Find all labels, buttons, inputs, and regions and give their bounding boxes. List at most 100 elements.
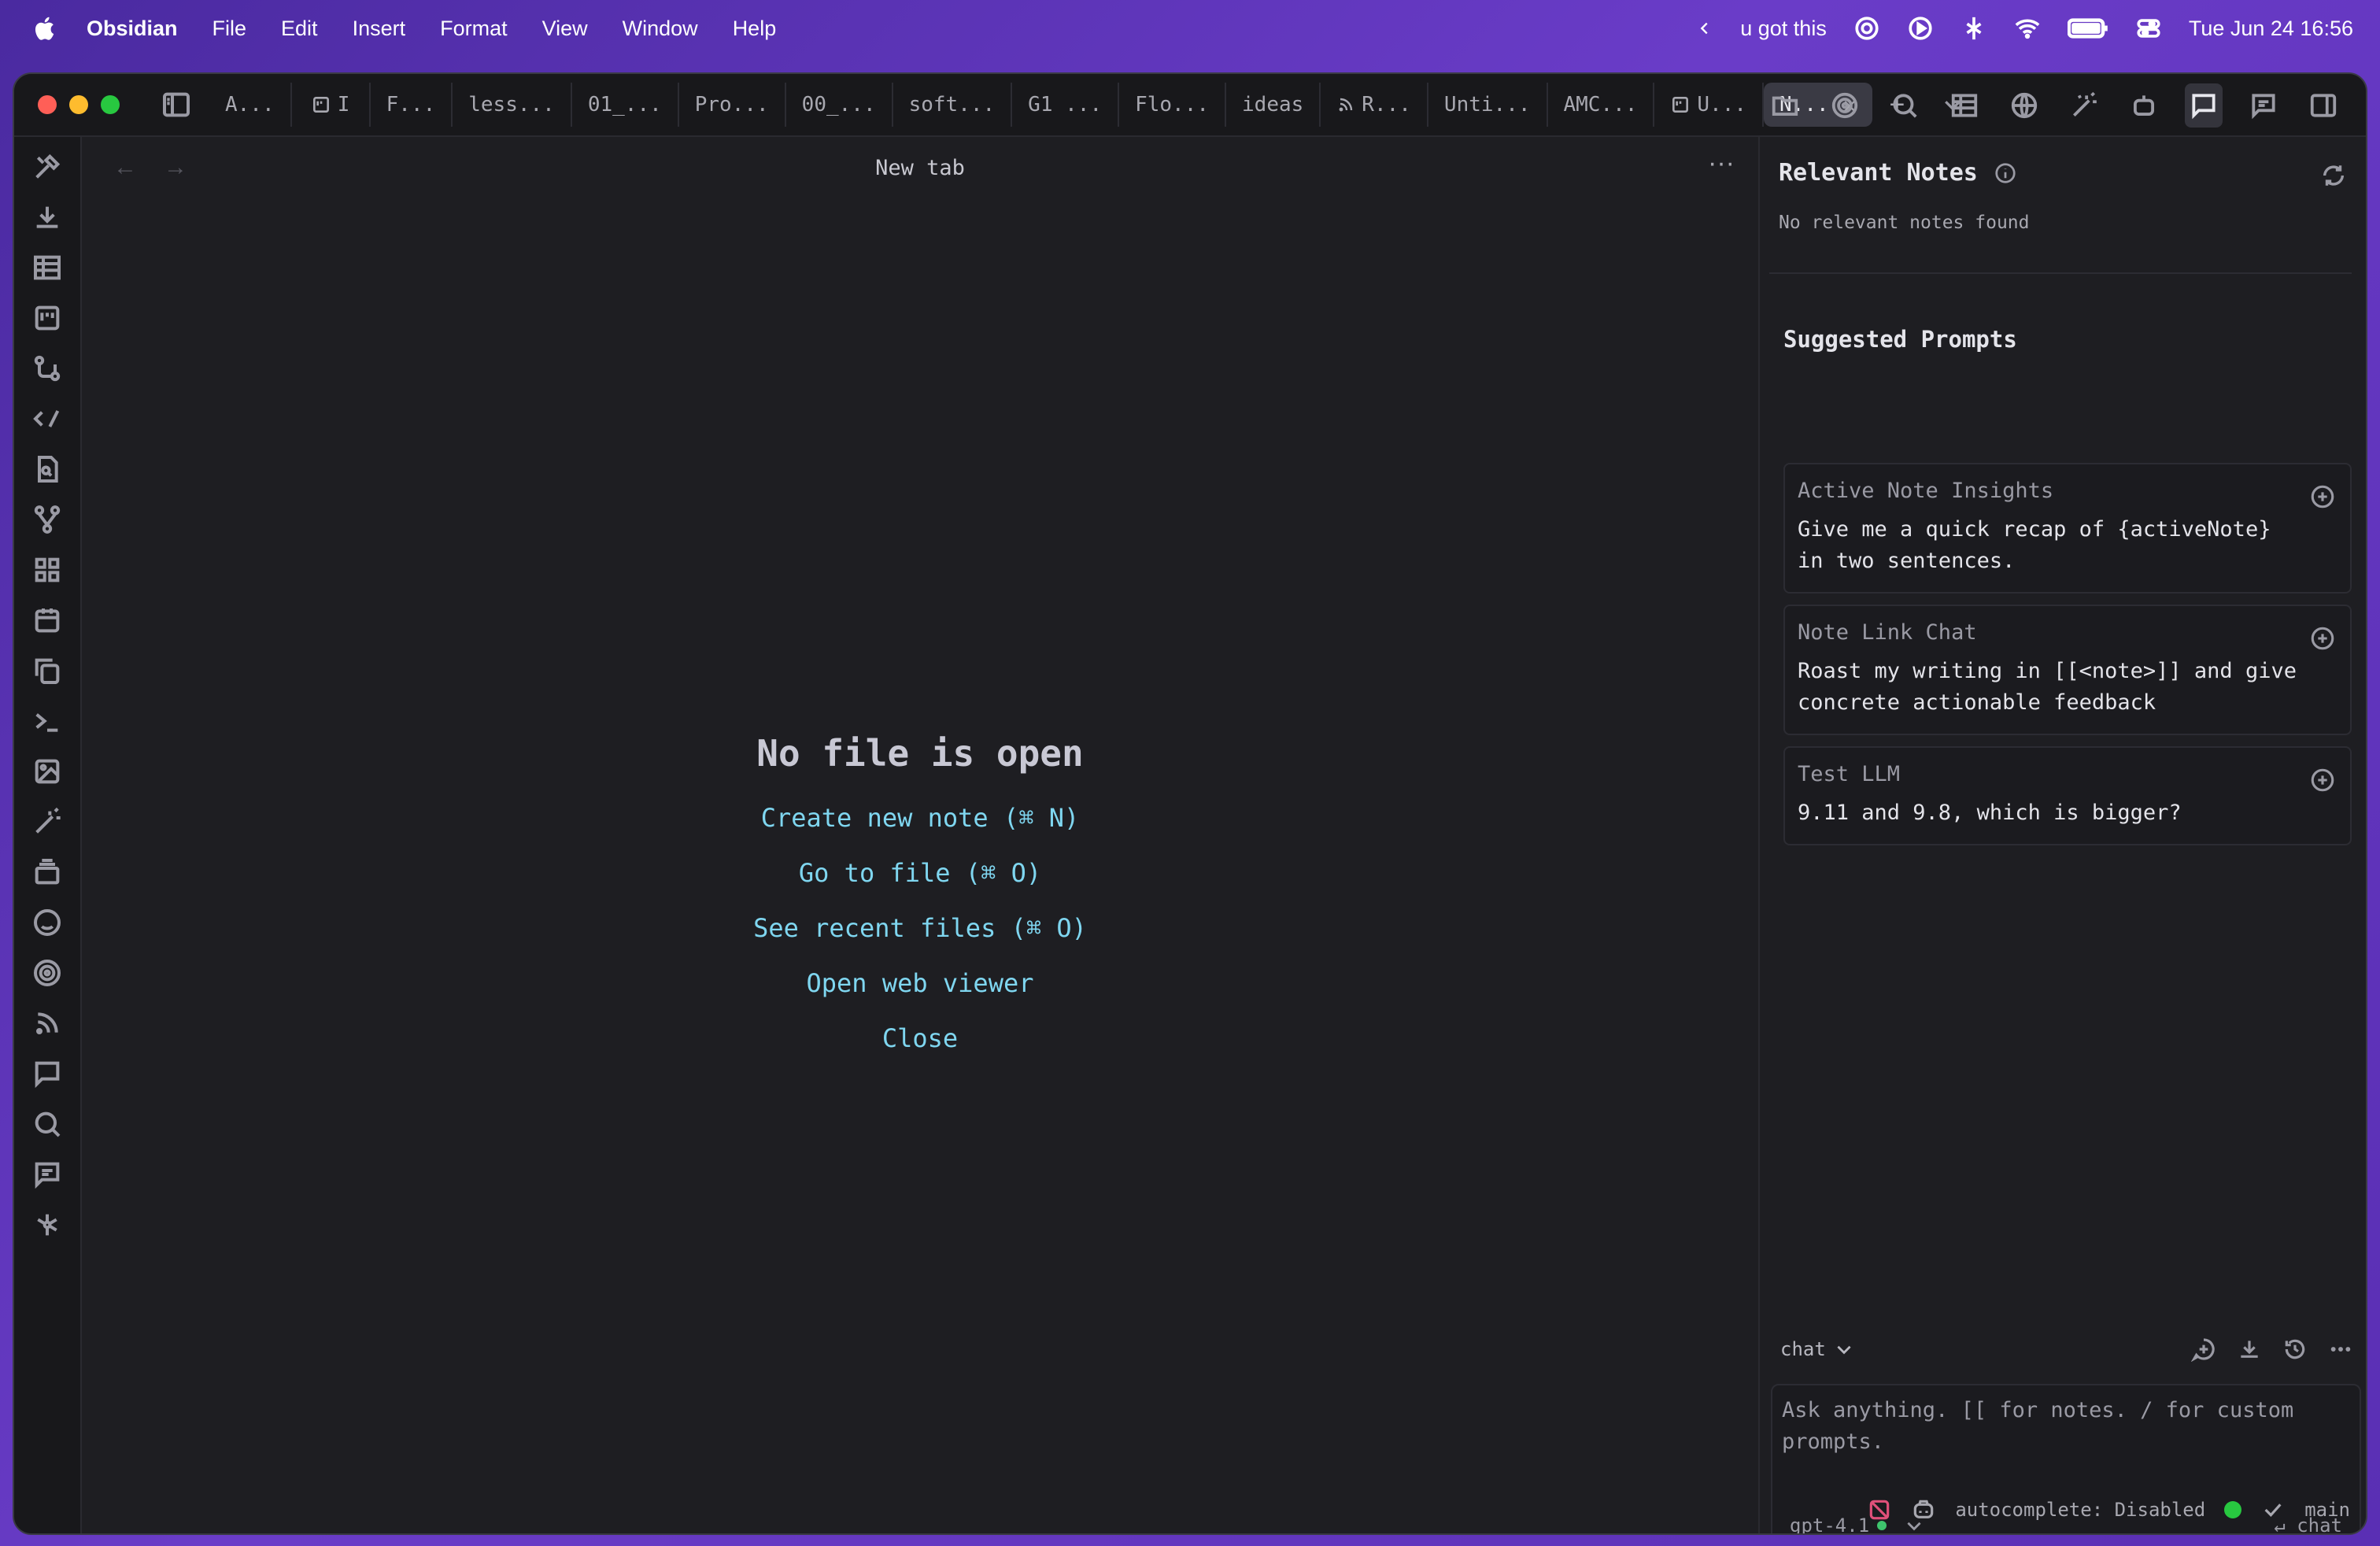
git-compare-icon[interactable] [31, 353, 63, 384]
tab-item[interactable]: R... [1321, 83, 1428, 127]
kanban-icon[interactable] [31, 302, 63, 334]
calendar-icon[interactable] [31, 605, 63, 636]
magic-wand-icon[interactable] [31, 806, 63, 838]
tools-icon[interactable] [31, 151, 63, 183]
git-branch-label[interactable]: main [2304, 1499, 2350, 1521]
prompt-card[interactable]: Test LLM 9.11 and 9.8, which is bigger? [1783, 746, 2352, 845]
tab-item[interactable]: Pro... [679, 83, 786, 127]
search-icon[interactable] [31, 1108, 63, 1140]
menu-view[interactable]: View [542, 17, 588, 41]
comment-icon[interactable] [2245, 83, 2282, 128]
chat-mode-select[interactable]: chat [1780, 1338, 1854, 1360]
templater-icon[interactable] [31, 403, 63, 435]
terminal-icon[interactable] [31, 705, 63, 737]
tab-item[interactable]: I [292, 83, 371, 127]
menu-window[interactable]: Window [623, 17, 698, 41]
more-options-icon[interactable]: ··· [1708, 148, 1735, 179]
tab-item[interactable]: Flo... [1119, 83, 1227, 127]
comment-icon[interactable] [31, 1159, 63, 1190]
tab-item[interactable]: 01_... [572, 83, 679, 127]
git-fork-icon[interactable] [31, 504, 63, 535]
right-sidebar-toggle-icon[interactable] [2304, 83, 2342, 128]
play-icon[interactable] [1907, 15, 1934, 42]
control-center-icon[interactable] [2135, 15, 2162, 42]
see-recent-files-link[interactable]: See recent files (⌘ O) [82, 913, 1758, 943]
close-link[interactable]: Close [82, 1023, 1758, 1053]
image-icon[interactable] [31, 756, 63, 787]
tab-label: U... [1697, 93, 1747, 117]
more-options-icon[interactable] [2328, 1337, 2353, 1362]
info-icon[interactable] [1994, 161, 2017, 185]
globe-icon[interactable] [2005, 83, 2043, 128]
tab-item[interactable]: A... [209, 83, 292, 127]
copy-icon[interactable] [31, 655, 63, 686]
tab-item[interactable]: Unti... [1428, 83, 1548, 127]
tab-item[interactable]: AMC... [1548, 83, 1655, 127]
magic-wand-icon[interactable] [2065, 83, 2103, 128]
table-icon[interactable] [31, 252, 63, 283]
minimize-window-button[interactable] [69, 95, 88, 114]
rss-icon[interactable] [31, 1008, 63, 1039]
graph-icon[interactable] [31, 1209, 63, 1241]
autocomplete-status[interactable]: autocomplete: Disabled [1955, 1499, 2205, 1521]
left-sidebar-toggle-icon[interactable] [161, 89, 192, 120]
battery-icon[interactable] [2067, 17, 2108, 40]
close-window-button[interactable] [38, 95, 57, 114]
copilot-icon[interactable] [1911, 1497, 1936, 1522]
tab-item[interactable]: less... [453, 83, 572, 127]
cards-icon[interactable] [31, 856, 63, 888]
recording-icon[interactable] [1853, 15, 1880, 42]
open-web-viewer-link[interactable]: Open web viewer [82, 968, 1758, 998]
tab-item[interactable]: F... [371, 83, 453, 127]
download-icon[interactable] [31, 202, 63, 233]
folder-icon[interactable] [1766, 83, 1804, 128]
empty-state: No file is open Create new note (⌘ N) Go… [82, 732, 1758, 1078]
grid-icon[interactable] [31, 554, 63, 586]
window-controls [38, 95, 120, 114]
divider [1769, 272, 2352, 274]
sync-error-icon[interactable] [1867, 1497, 1892, 1522]
tab-item[interactable]: G1 ... [1012, 83, 1120, 127]
prompt-card[interactable]: Active Note Insights Give me a quick rec… [1783, 463, 2352, 594]
tab-item[interactable]: U... [1654, 83, 1765, 127]
save-chat-icon[interactable] [2237, 1337, 2262, 1362]
chat-icon[interactable] [2185, 83, 2223, 128]
left-ribbon [14, 137, 82, 1533]
bot-icon[interactable] [2125, 83, 2163, 128]
empty-state-heading: No file is open [756, 732, 1084, 775]
wifi-icon[interactable] [2014, 15, 2041, 42]
add-prompt-icon[interactable] [2309, 625, 2336, 652]
menu-insert[interactable]: Insert [353, 17, 406, 41]
chat-icon[interactable] [31, 1058, 63, 1089]
chevron-left-icon[interactable] [1696, 20, 1713, 37]
apple-icon[interactable] [31, 14, 60, 43]
tab-item[interactable]: 00_... [786, 83, 893, 127]
refresh-icon[interactable] [2320, 162, 2347, 189]
target-icon[interactable] [1826, 83, 1864, 128]
search-icon[interactable] [1886, 83, 1924, 128]
face-icon[interactable] [31, 907, 63, 938]
menu-file[interactable]: File [213, 17, 247, 41]
chat-input[interactable] [1782, 1395, 2349, 1481]
target-icon[interactable] [31, 957, 63, 989]
now-playing-label[interactable]: u got this [1740, 17, 1827, 41]
menu-bar-clock[interactable]: Tue Jun 24 16:56 [2189, 17, 2353, 41]
prompt-card[interactable]: Note Link Chat Roast my writing in [[<no… [1783, 605, 2352, 735]
menu-help[interactable]: Help [733, 17, 777, 41]
zoom-window-button[interactable] [101, 95, 120, 114]
menu-app-name[interactable]: Obsidian [87, 17, 178, 41]
create-new-note-link[interactable]: Create new note (⌘ N) [82, 803, 1758, 833]
table-icon[interactable] [1946, 83, 1983, 128]
new-chat-icon[interactable] [2190, 1337, 2216, 1363]
file-search-icon[interactable] [31, 453, 63, 485]
menu-edit[interactable]: Edit [281, 17, 318, 41]
history-icon[interactable] [2282, 1337, 2308, 1362]
tab-item[interactable]: soft... [893, 83, 1013, 127]
go-to-file-link[interactable]: Go to file (⌘ O) [82, 858, 1758, 888]
add-prompt-icon[interactable] [2309, 767, 2336, 793]
tab-label: Pro... [694, 93, 769, 117]
tab-item[interactable]: ideas [1226, 83, 1321, 127]
add-prompt-icon[interactable] [2309, 483, 2336, 510]
bolt-icon[interactable] [1961, 15, 1987, 42]
menu-format[interactable]: Format [440, 17, 508, 41]
